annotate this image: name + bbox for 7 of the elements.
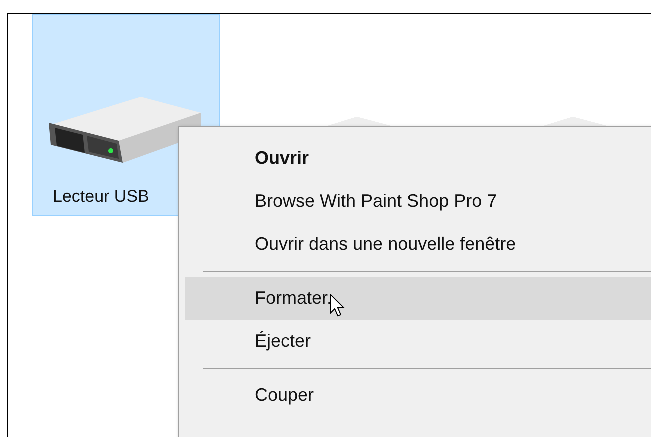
menu-item[interactable]: Formater.	[185, 277, 651, 320]
drive-tile[interactable]: Lecteur USB	[32, 14, 220, 216]
menu-item[interactable]: Éjecter	[185, 320, 651, 363]
cursor-icon	[330, 294, 346, 318]
menu-item[interactable]: Couper	[185, 374, 651, 417]
drive-label: Lecteur USB	[53, 187, 150, 207]
menu-item[interactable]: Ouvrir dans une nouvelle fenêtre	[185, 223, 651, 266]
